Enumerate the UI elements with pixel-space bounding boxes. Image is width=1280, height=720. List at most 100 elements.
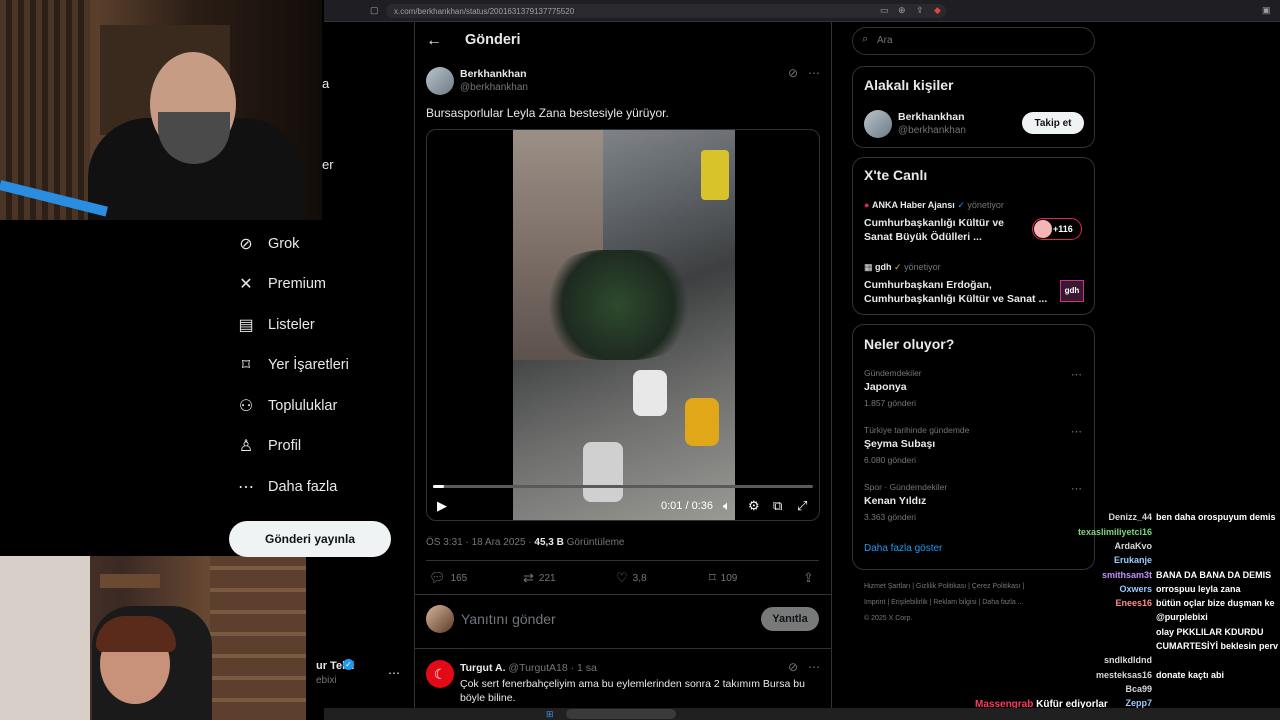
tweet-views-label: Görüntüleme [563, 537, 625, 548]
divider [414, 594, 832, 595]
wall [0, 556, 90, 720]
chat-username: Erukanje [1113, 555, 1152, 566]
turkey-flag-avatar[interactable]: ☾ [426, 660, 454, 688]
chat-username: texaslimiliyetci16 [1077, 526, 1152, 537]
trend-name[interactable]: Kenan Yıldız [864, 495, 926, 507]
author-handle[interactable]: @berkhankhan [460, 82, 528, 93]
chat-text: @purplebixi [1156, 612, 1208, 623]
tab-icon[interactable]: ▢ [370, 5, 379, 16]
trend-name[interactable]: Japonya [864, 381, 907, 393]
nav-item-bookmarks[interactable]: ⌑ Yer İşaretleri [236, 350, 349, 380]
volume-icon[interactable]: 🔈︎ [723, 498, 731, 514]
like-action[interactable]: ♡ 3,8 [616, 570, 647, 586]
video-time: 0:01 / 0:36 [661, 500, 713, 512]
reply-author[interactable]: Turgut A. [460, 662, 506, 674]
reply-count: 165 [450, 572, 468, 584]
nav-item-premium[interactable]: ✕ Premium [236, 269, 326, 299]
verified-icon: ✓ [957, 200, 965, 210]
nav-item-label: Yer İşaretleri [268, 357, 349, 373]
x-logo-icon: ✕ [239, 276, 253, 293]
taskbar-search[interactable] [566, 709, 676, 719]
fullscreen-icon[interactable]: ⤢ [797, 498, 807, 514]
back-arrow-icon[interactable]: ← [426, 32, 442, 50]
video-progress-bar[interactable] [433, 485, 813, 488]
author-avatar[interactable] [426, 67, 454, 95]
trends-title: Neler oluyor? [864, 336, 955, 352]
account-handle: ebixi [316, 675, 337, 686]
chat-message: olay PKKLILAR KDURDU [960, 627, 1280, 637]
reply-input[interactable]: Yanıtını gönder [461, 611, 556, 627]
share-icon[interactable]: ⇪ [916, 5, 924, 16]
nav-item-more[interactable]: ⋯ Daha fazla [236, 472, 337, 502]
chat-text: orrospuu leyla zana [1156, 583, 1241, 594]
share-icon: ⇪ [803, 570, 814, 585]
trend-name[interactable]: Şeyma Subaşı [864, 438, 935, 450]
chat-message: smithsam3t BANA DA BANA DA DEMIS [960, 570, 1280, 580]
nav-item-profile[interactable]: ♙ Profil [236, 431, 301, 461]
related-avatar[interactable] [864, 110, 892, 138]
live-item-title[interactable]: Cumhurbaşkanı Erdoğan, Cumhurbaşkanlığı … [864, 278, 1052, 306]
reader-icon[interactable]: ▭ [880, 5, 889, 16]
verified-icon: ✓ [894, 262, 902, 272]
nav-item-grok[interactable]: ⊘ Grok [236, 229, 299, 259]
bookmark-count: 109 [720, 572, 738, 584]
video-frame [513, 130, 735, 520]
show-more-link[interactable]: Daha fazla göster [864, 543, 942, 554]
grok-explain-icon[interactable]: ⊘ [788, 660, 798, 674]
divider [414, 648, 832, 649]
extensions-icon[interactable]: ▣ [1262, 5, 1271, 16]
share-action[interactable]: ⇪ [803, 570, 814, 586]
heart-icon: ♡ [616, 570, 628, 585]
bookmark-action[interactable]: ⌑ 109 [709, 570, 737, 586]
trend-more-icon[interactable]: ⋯ [1071, 482, 1082, 495]
bus [701, 150, 729, 200]
reply-button[interactable]: Yanıtla [761, 607, 819, 631]
chat-message: mesteksas16 donate kaçtı abi [960, 670, 1280, 680]
nav-item-communities[interactable]: ⚇ Topluluklar [236, 391, 338, 421]
windows-taskbar [324, 708, 1280, 720]
post-button[interactable]: Gönderi yayınla [229, 521, 391, 557]
chat-message: texaslimiliyetci16 [960, 527, 1280, 537]
search-input[interactable]: Ara [852, 27, 1095, 55]
live-item-title[interactable]: Cumhurbaşkanlığı Kültür ve Sanat Büyük Ö… [864, 216, 1024, 244]
chat-username: sndlkdldnd [1104, 655, 1152, 666]
taxi [685, 398, 719, 446]
tweet-more-icon[interactable]: ⋯ [808, 66, 820, 80]
grok-icon: ⊘ [239, 236, 253, 253]
search-placeholder: Ara [877, 35, 893, 46]
play-icon[interactable]: ▶ [437, 498, 447, 514]
chat-message: Erukanje [960, 555, 1280, 565]
pip-icon[interactable]: ⧉ [773, 498, 782, 514]
trend-more-icon[interactable]: ⋯ [1071, 368, 1082, 381]
grok-explain-icon[interactable]: ⊘ [788, 66, 798, 80]
chat-text: donate kaçtı abi [1156, 669, 1225, 680]
chat-message: ArdaKvo [960, 541, 1280, 551]
address-bar[interactable]: x.com/berkhankhan/status/200163137913777… [386, 4, 946, 18]
retweet-action[interactable]: ⇄ 221 [523, 570, 556, 586]
trend-more-icon[interactable]: ⋯ [1071, 425, 1082, 438]
author-name[interactable]: Berkhankhan [460, 68, 527, 80]
reply-action[interactable]: 💬︎ 165 [429, 570, 467, 586]
trend-category: Türkiye tarihinde gündemde [864, 425, 970, 435]
communities-icon: ⚇ [238, 398, 254, 415]
live-item-source[interactable]: ▦ gdh ✓ yönetiyor [864, 262, 941, 273]
live-item-source[interactable]: ● ANKA Haber Ajansı ✓ yönetiyor [864, 200, 1004, 211]
gdh-badge[interactable]: gdh [1060, 280, 1084, 302]
trend-category: Spor · Gündemdekiler [864, 482, 948, 492]
related-name[interactable]: Berkhankhan [898, 111, 965, 123]
reply-more-icon[interactable]: ⋯ [808, 660, 820, 674]
brave-shield-icon[interactable]: ◆ [934, 5, 941, 16]
profile-icon: ♙ [238, 438, 254, 455]
windows-start-icon[interactable]: ⊞ [546, 709, 554, 720]
follow-button[interactable]: Takip et [1022, 112, 1084, 134]
chat-text: bütün oçlar bize duşman ke [1156, 598, 1275, 609]
settings-icon[interactable]: ⚙ [748, 498, 760, 514]
bookshelf [210, 556, 306, 720]
tweet-video[interactable]: ▶ 0:01 / 0:36 🔈︎ ⚙ ⧉ ⤢ [426, 129, 820, 521]
nav-item-label: Listeler [268, 317, 315, 333]
nav-item-lists[interactable]: ▤ Listeler [236, 310, 315, 340]
zoom-icon[interactable]: ⊕ [898, 5, 906, 16]
chat-username: ArdaKvo [1114, 540, 1152, 551]
account-menu-icon[interactable]: ⋯ [388, 666, 400, 680]
streamer-webcam-top [0, 0, 322, 220]
